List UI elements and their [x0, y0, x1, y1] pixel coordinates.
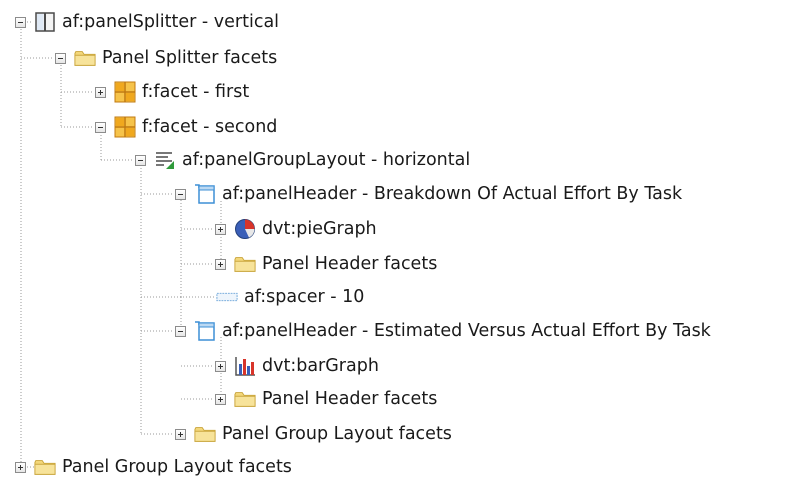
- panel-splitter-icon: [34, 11, 56, 33]
- expand-toggle[interactable]: [175, 428, 186, 440]
- bar-graph-icon: [234, 355, 256, 377]
- collapse-toggle[interactable]: [175, 188, 186, 200]
- node-label: Panel Group Layout facets: [222, 424, 452, 444]
- folder-icon: [234, 388, 256, 410]
- expand-toggle[interactable]: [215, 258, 226, 270]
- node-label: af:panelSplitter - vertical: [62, 12, 280, 32]
- tree-node-bar-graph[interactable]: dvt:barGraph: [215, 350, 379, 382]
- node-label: f:facet - second: [142, 117, 278, 137]
- tree-node-facet-first[interactable]: f:facet - first: [95, 76, 249, 108]
- component-structure-tree: af:panelSplitter - vertical Panel Splitt…: [0, 0, 791, 483]
- node-label: Panel Header facets: [262, 254, 438, 274]
- collapse-toggle[interactable]: [55, 52, 66, 64]
- node-label: af:panelGroupLayout - horizontal: [182, 150, 471, 170]
- node-label: dvt:barGraph: [262, 356, 379, 376]
- tree-node-panel-group-layout-facets[interactable]: Panel Group Layout facets: [175, 418, 452, 450]
- collapse-toggle[interactable]: [135, 154, 146, 166]
- tree-node-panel-header-facets[interactable]: Panel Header facets: [215, 248, 437, 280]
- collapse-toggle[interactable]: [15, 16, 26, 28]
- node-label: af:spacer - 10: [244, 287, 365, 307]
- facet-grid-icon: [114, 116, 136, 138]
- pie-graph-icon: [234, 218, 256, 240]
- tree-node-panel-group-layout-facets[interactable]: Panel Group Layout facets: [15, 451, 292, 483]
- node-label: af:panelHeader - Estimated Versus Actual…: [222, 321, 711, 341]
- tree-node-panel-header-estimated[interactable]: af:panelHeader - Estimated Versus Actual…: [175, 315, 711, 347]
- tree-node-panel-splitter[interactable]: af:panelSplitter - vertical: [15, 6, 279, 38]
- tree-node-panel-header-breakdown[interactable]: af:panelHeader - Breakdown Of Actual Eff…: [175, 178, 682, 210]
- expand-toggle[interactable]: [215, 223, 226, 235]
- tree-node-panel-header-facets[interactable]: Panel Header facets: [215, 383, 437, 415]
- expand-toggle[interactable]: [95, 86, 106, 98]
- spacer-icon: [216, 286, 238, 308]
- node-label: Panel Header facets: [262, 389, 438, 409]
- collapse-toggle[interactable]: [95, 121, 106, 133]
- node-label: dvt:pieGraph: [262, 219, 377, 239]
- expand-toggle[interactable]: [215, 360, 226, 372]
- expand-toggle[interactable]: [15, 461, 26, 473]
- folder-icon: [234, 253, 256, 275]
- collapse-toggle[interactable]: [175, 325, 186, 337]
- tree-node-panel-splitter-facets[interactable]: Panel Splitter facets: [55, 42, 277, 74]
- panel-header-icon: [194, 183, 216, 205]
- folder-icon: [34, 456, 56, 478]
- panel-group-layout-icon: [154, 149, 176, 171]
- folder-icon: [194, 423, 216, 445]
- panel-header-icon: [194, 320, 216, 342]
- node-label: af:panelHeader - Breakdown Of Actual Eff…: [222, 184, 683, 204]
- node-label: f:facet - first: [142, 82, 250, 102]
- tree-node-panel-group-layout[interactable]: af:panelGroupLayout - horizontal: [135, 144, 470, 176]
- node-label: Panel Group Layout facets: [62, 457, 292, 477]
- expand-toggle[interactable]: [215, 393, 226, 405]
- node-label: Panel Splitter facets: [102, 48, 278, 68]
- folder-icon: [74, 47, 96, 69]
- tree-node-spacer[interactable]: af:spacer - 10: [216, 281, 364, 313]
- tree-node-facet-second[interactable]: f:facet - second: [95, 111, 277, 143]
- tree-node-pie-graph[interactable]: dvt:pieGraph: [215, 213, 377, 245]
- facet-grid-icon: [114, 81, 136, 103]
